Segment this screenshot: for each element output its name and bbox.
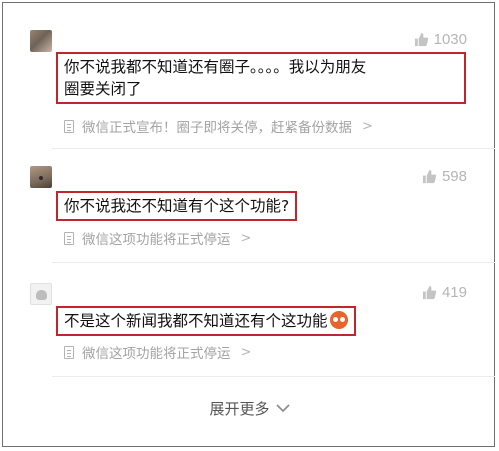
divider [52,262,495,263]
like-button[interactable]: 419 [422,284,467,301]
divider [52,148,495,149]
like-button[interactable]: 598 [422,168,467,185]
expand-more-button[interactable]: 展开更多 [0,398,499,419]
quoted-article-link[interactable]: 微信这项功能将正式停运 > [64,342,251,362]
document-icon [64,231,74,245]
chevron-right-icon: > [362,118,373,134]
avatar[interactable] [30,166,52,188]
like-button[interactable]: 1030 [414,31,467,48]
quoted-article-title: 微信正式宣布！圈子即将关停，赶紧备份数据 [82,120,352,136]
avatar[interactable] [30,283,52,305]
avatar[interactable] [30,30,52,52]
comment-text-content: 不是这个新闻我都不知道还有个这功能 [64,312,328,330]
quoted-article-title: 微信这项功能将正式停运 [82,232,231,248]
chevron-down-icon [275,404,290,413]
quoted-article-link[interactable]: 微信正式宣布！圈子即将关停，赶紧备份数据 > [64,116,373,136]
divider [52,376,495,377]
orange-face-emoji [329,311,348,329]
quoted-article-link[interactable]: 微信这项功能将正式停运 > [64,228,251,248]
comment-text: 不是这个新闻我都不知道还有个这功能 [56,306,356,336]
like-count: 1030 [433,31,467,48]
comment-text-line: 你不说我还不知道有个这个功能? [64,197,290,215]
like-count: 419 [441,284,467,301]
expand-more-label: 展开更多 [209,400,270,418]
chevron-right-icon: > [240,344,252,360]
thumbs-up-icon [422,285,437,300]
comment-text-line: 你不说我都不知道还有圈子。。。。我以为朋友 [64,58,367,76]
chevron-right-icon: > [240,230,252,246]
comment-text: 你不说我还不知道有个这个功能? [56,191,298,221]
document-icon [64,119,74,133]
thumbs-up-icon [414,32,428,47]
thumbs-up-icon [422,169,437,184]
like-count: 598 [441,168,467,185]
quoted-article-title: 微信这项功能将正式停运 [82,346,231,362]
comment-text: 你不说我都不知道还有圈子。。。。我以为朋友 圈要关闭了 [56,52,466,104]
comment-text-line: 不是这个新闻我都不知道还有个这功能 [64,310,348,332]
document-icon [64,345,74,359]
comment-text-line: 圈要关闭了 [64,80,142,98]
